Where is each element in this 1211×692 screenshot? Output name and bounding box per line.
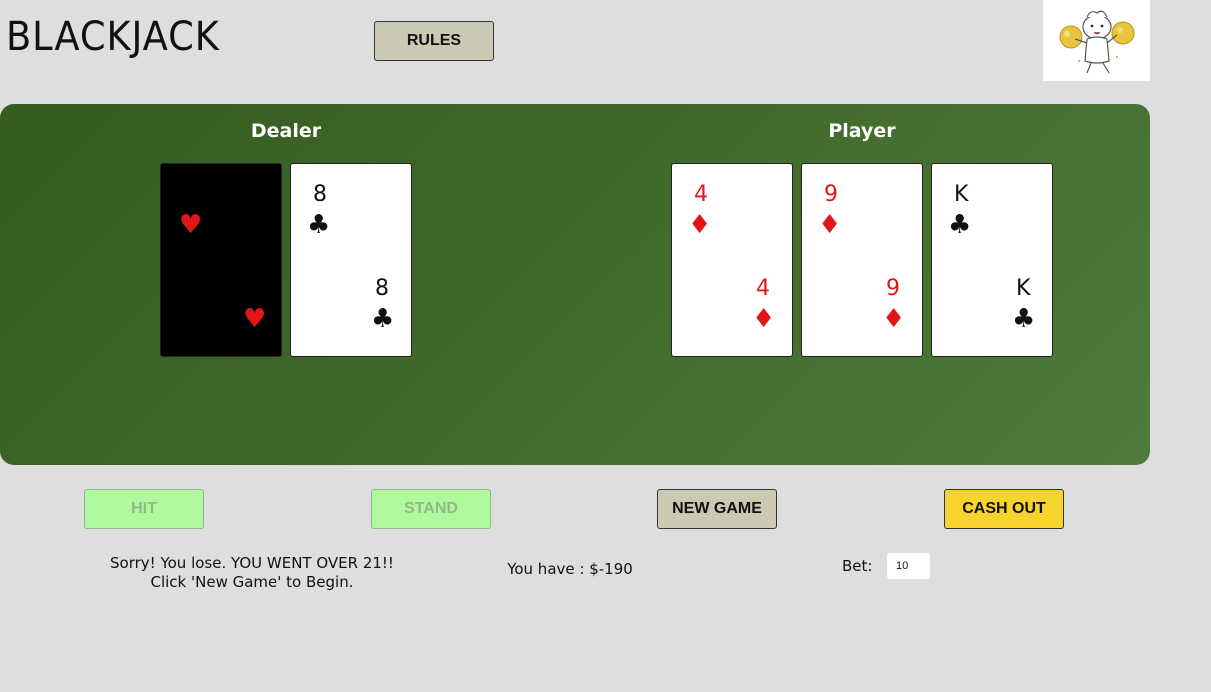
diamond-icon: ♦ xyxy=(882,304,906,334)
card-rank: 8 xyxy=(375,276,389,301)
diamond-icon: ♦ xyxy=(752,304,776,334)
player-label: Player xyxy=(828,120,896,142)
heart-icon: ♥ xyxy=(179,210,203,240)
bet-label: Bet: xyxy=(842,557,873,575)
dealer-card-hidden: ♥ ♥ xyxy=(160,163,282,357)
stand-button[interactable]: STAND xyxy=(371,489,491,529)
card-rank: K xyxy=(1016,276,1031,301)
club-icon: ♣ xyxy=(1012,304,1036,334)
card-rank: 4 xyxy=(694,182,708,207)
card-rank: K xyxy=(954,182,969,207)
new-game-button[interactable]: NEW GAME xyxy=(657,489,777,529)
club-icon: ♣ xyxy=(948,210,972,240)
mascot-logo xyxy=(1043,0,1150,81)
game-message-line1: Sorry! You lose. YOU WENT OVER 21!! xyxy=(110,554,394,572)
club-icon: ♣ xyxy=(307,210,331,240)
dealer-label: Dealer xyxy=(250,120,322,142)
card-rank: 9 xyxy=(886,276,900,301)
app-title: BLACKJACK xyxy=(6,14,220,60)
game-message-line2: Click 'New Game' to Begin. xyxy=(150,573,354,591)
diamond-icon: ♦ xyxy=(688,210,712,240)
balance-text: You have : $-190 xyxy=(507,560,633,578)
game-message: Sorry! You lose. YOU WENT OVER 21!! Clic… xyxy=(92,554,412,592)
card-rank: 9 xyxy=(824,182,838,207)
rules-button[interactable]: RULES xyxy=(374,21,494,61)
player-card: 4 ♦ 4 ♦ xyxy=(671,163,793,357)
player-card: 9 ♦ 9 ♦ xyxy=(801,163,923,357)
club-icon: ♣ xyxy=(371,304,395,334)
cheerleader-mascot-icon xyxy=(1059,10,1134,73)
card-rank: 4 xyxy=(756,276,770,301)
bet-input[interactable] xyxy=(887,553,930,579)
cash-out-button[interactable]: CASH OUT xyxy=(944,489,1064,529)
diamond-icon: ♦ xyxy=(818,210,842,240)
hit-button[interactable]: HIT xyxy=(84,489,204,529)
card-rank: 8 xyxy=(313,182,327,207)
dealer-card: 8 ♣ 8 ♣ xyxy=(290,163,412,357)
player-card: K ♣ K ♣ xyxy=(931,163,1053,357)
heart-icon: ♥ xyxy=(243,304,267,334)
